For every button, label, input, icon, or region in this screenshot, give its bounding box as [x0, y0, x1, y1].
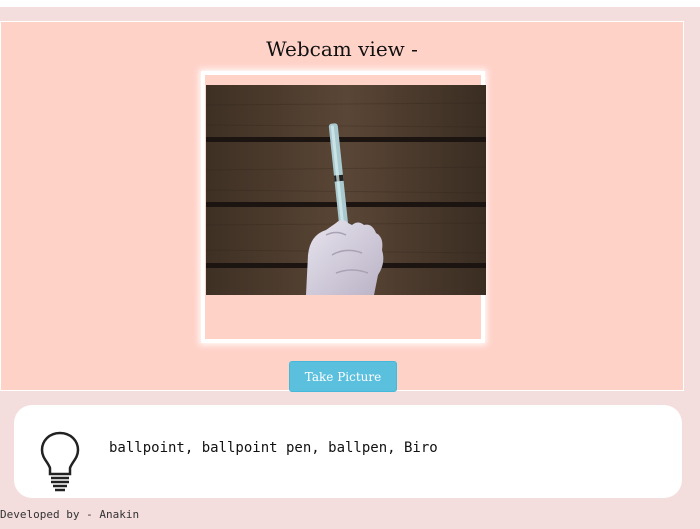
take-picture-button[interactable]: Take Picture [289, 361, 397, 392]
footer-credit: Developed by - Anakin [0, 508, 140, 521]
prediction-card: ballpoint, ballpoint pen, ballpen, Biro [14, 405, 682, 498]
webcam-title: Webcam view - [266, 37, 418, 61]
webcam-video [206, 85, 486, 295]
prediction-label: ballpoint, ballpoint pen, ballpen, Biro [109, 440, 438, 456]
webcam-feed-image [206, 85, 486, 295]
lightbulb-icon [40, 431, 80, 492]
top-strip [0, 0, 700, 7]
